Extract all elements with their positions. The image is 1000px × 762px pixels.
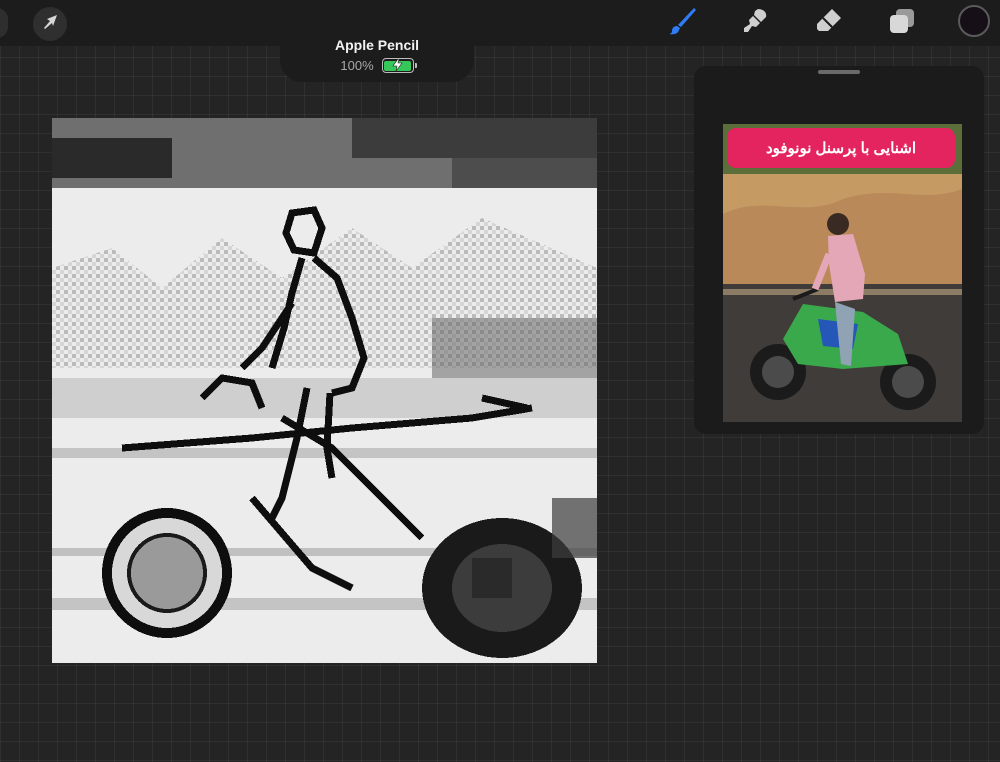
gallery-edge-button[interactable] <box>0 8 8 38</box>
reference-banner: اشنایی با پرسنل نونوفود <box>727 128 955 168</box>
drawing-canvas[interactable] <box>52 118 597 663</box>
reference-image: اشنایی با پرسنل نونوفود <box>723 124 962 422</box>
pencil-status-popup: Apple Pencil 100% <box>280 26 474 82</box>
reference-panel[interactable]: اشنایی با پرسنل نونوفود <box>694 66 984 434</box>
top-toolbar <box>0 0 1000 46</box>
color-picker-button[interactable] <box>958 5 990 37</box>
pencil-device-name: Apple Pencil <box>334 37 420 53</box>
brush-icon <box>666 5 698 42</box>
reference-drag-handle[interactable] <box>818 70 860 74</box>
layers-icon <box>888 7 916 40</box>
eraser-icon <box>814 6 844 41</box>
transform-button[interactable] <box>33 7 67 41</box>
arrow-cursor-icon <box>41 13 59 36</box>
eraser-tool-button[interactable] <box>811 6 847 40</box>
smudge-tool-button[interactable] <box>737 6 773 40</box>
battery-percent: 100% <box>340 58 374 73</box>
pencil-battery-row: 100% <box>280 58 474 73</box>
battery-charging-icon <box>381 58 417 73</box>
brush-tool-button[interactable] <box>664 6 700 40</box>
smudge-icon <box>740 6 770 41</box>
layers-button[interactable] <box>884 6 920 40</box>
